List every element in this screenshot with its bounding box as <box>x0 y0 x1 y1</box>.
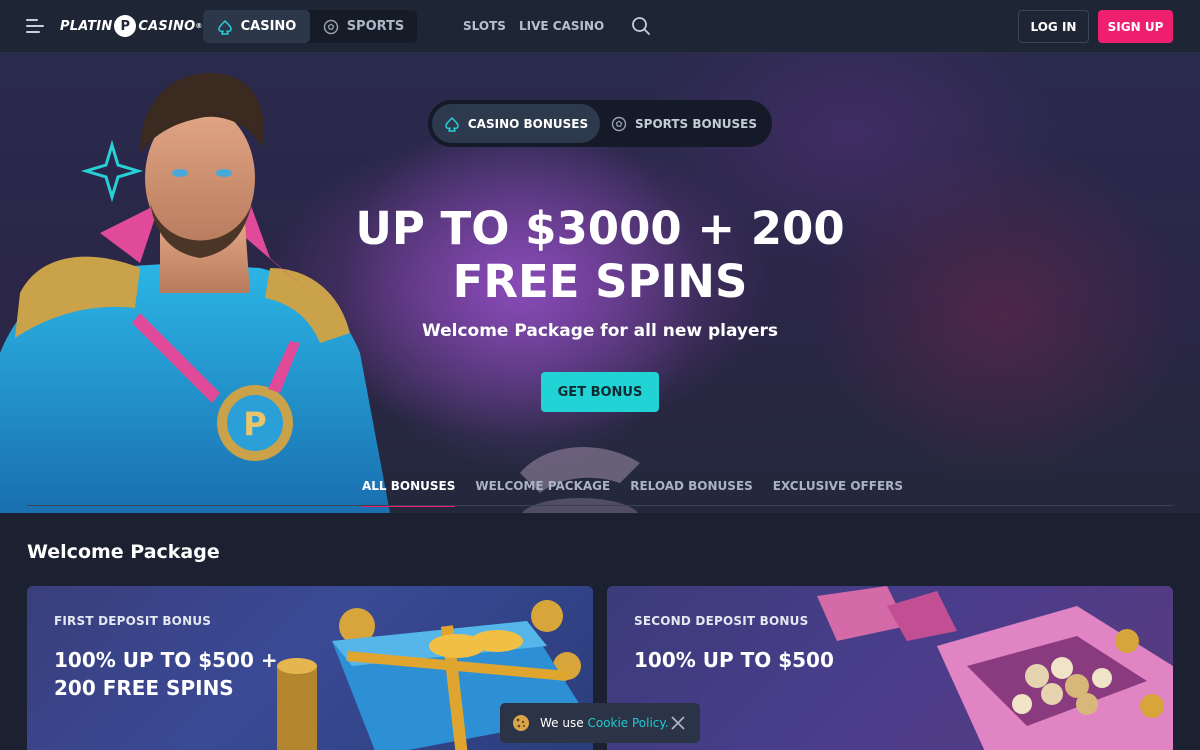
card-title: 100% UP TO $500 + 200 FREE SPINS <box>54 648 278 700</box>
search-icon[interactable] <box>631 16 651 36</box>
logo-badge: P <box>114 15 137 37</box>
bonus-filter-tabs: ALL BONUSES WELCOME PACKAGE RELOAD BONUS… <box>362 479 903 507</box>
tab-casino[interactable]: CASINO <box>203 10 310 43</box>
get-bonus-button[interactable]: GET BONUS <box>541 372 659 412</box>
cookie-icon <box>513 715 529 731</box>
logo-text-right: CASINO <box>138 18 196 34</box>
top-header: PLATIN P CASINO ® CASINO SPORTS SLOTS LI… <box>0 0 1200 53</box>
tab-sports-label: SPORTS <box>346 19 405 34</box>
hamburger-menu-icon[interactable] <box>26 17 46 35</box>
cookie-banner: We use Cookie Policy. <box>500 703 700 743</box>
cookie-policy-link[interactable]: Cookie Policy. <box>587 716 668 730</box>
card-kicker: FIRST DEPOSIT BONUS <box>54 614 212 628</box>
section-title: Welcome Package <box>27 541 220 563</box>
nav-slots[interactable]: SLOTS <box>463 19 506 33</box>
sports-bonuses-label: SPORTS BONUSES <box>635 116 757 131</box>
sports-bonuses-tab[interactable]: SPORTS BONUSES <box>600 104 768 143</box>
tab-all-bonuses[interactable]: ALL BONUSES <box>362 479 456 507</box>
signup-button[interactable]: SIGN UP <box>1098 10 1173 43</box>
svg-text:P: P <box>243 405 266 443</box>
logo[interactable]: PLATIN P CASINO ® <box>60 14 203 38</box>
tab-exclusive-offers[interactable]: EXCLUSIVE OFFERS <box>773 479 903 507</box>
soccer-ball-icon <box>323 19 338 34</box>
cookie-message: We use <box>540 716 584 730</box>
login-button[interactable]: LOG IN <box>1018 10 1089 43</box>
tab-welcome-package[interactable]: WELCOME PACKAGE <box>475 479 610 507</box>
card-kicker: SECOND DEPOSIT BONUS <box>634 614 809 628</box>
hero-subtitle: Welcome Package for all new players <box>421 321 779 341</box>
close-icon[interactable] <box>670 715 686 731</box>
casino-bonuses-tab[interactable]: CASINO BONUSES <box>432 104 600 143</box>
cookie-text: We use Cookie Policy. <box>540 716 669 730</box>
card-title: 100% UP TO $500 <box>634 648 834 672</box>
hero-banner: P CASINO BONUSES SPORTS BONUSES UP TO $3… <box>0 53 1200 513</box>
bonus-type-toggle: CASINO BONUSES SPORTS BONUSES <box>428 100 772 147</box>
product-switch: CASINO SPORTS <box>203 10 417 43</box>
tabs-divider <box>27 505 1173 506</box>
hero-title: UP TO $3000 + 200 FREE SPINS <box>355 202 845 308</box>
spade-icon <box>217 19 232 35</box>
soccer-ball-icon <box>611 116 627 131</box>
logo-registered-mark: ® <box>195 22 203 30</box>
tab-sports[interactable]: SPORTS <box>310 10 417 43</box>
casino-bonuses-label: CASINO BONUSES <box>467 116 589 131</box>
tab-reload-bonuses[interactable]: RELOAD BONUSES <box>630 479 753 507</box>
logo-text-left: PLATIN <box>60 18 113 34</box>
tab-casino-label: CASINO <box>240 19 297 34</box>
spade-icon <box>445 116 459 132</box>
nav-live-casino[interactable]: LIVE CASINO <box>519 19 604 33</box>
